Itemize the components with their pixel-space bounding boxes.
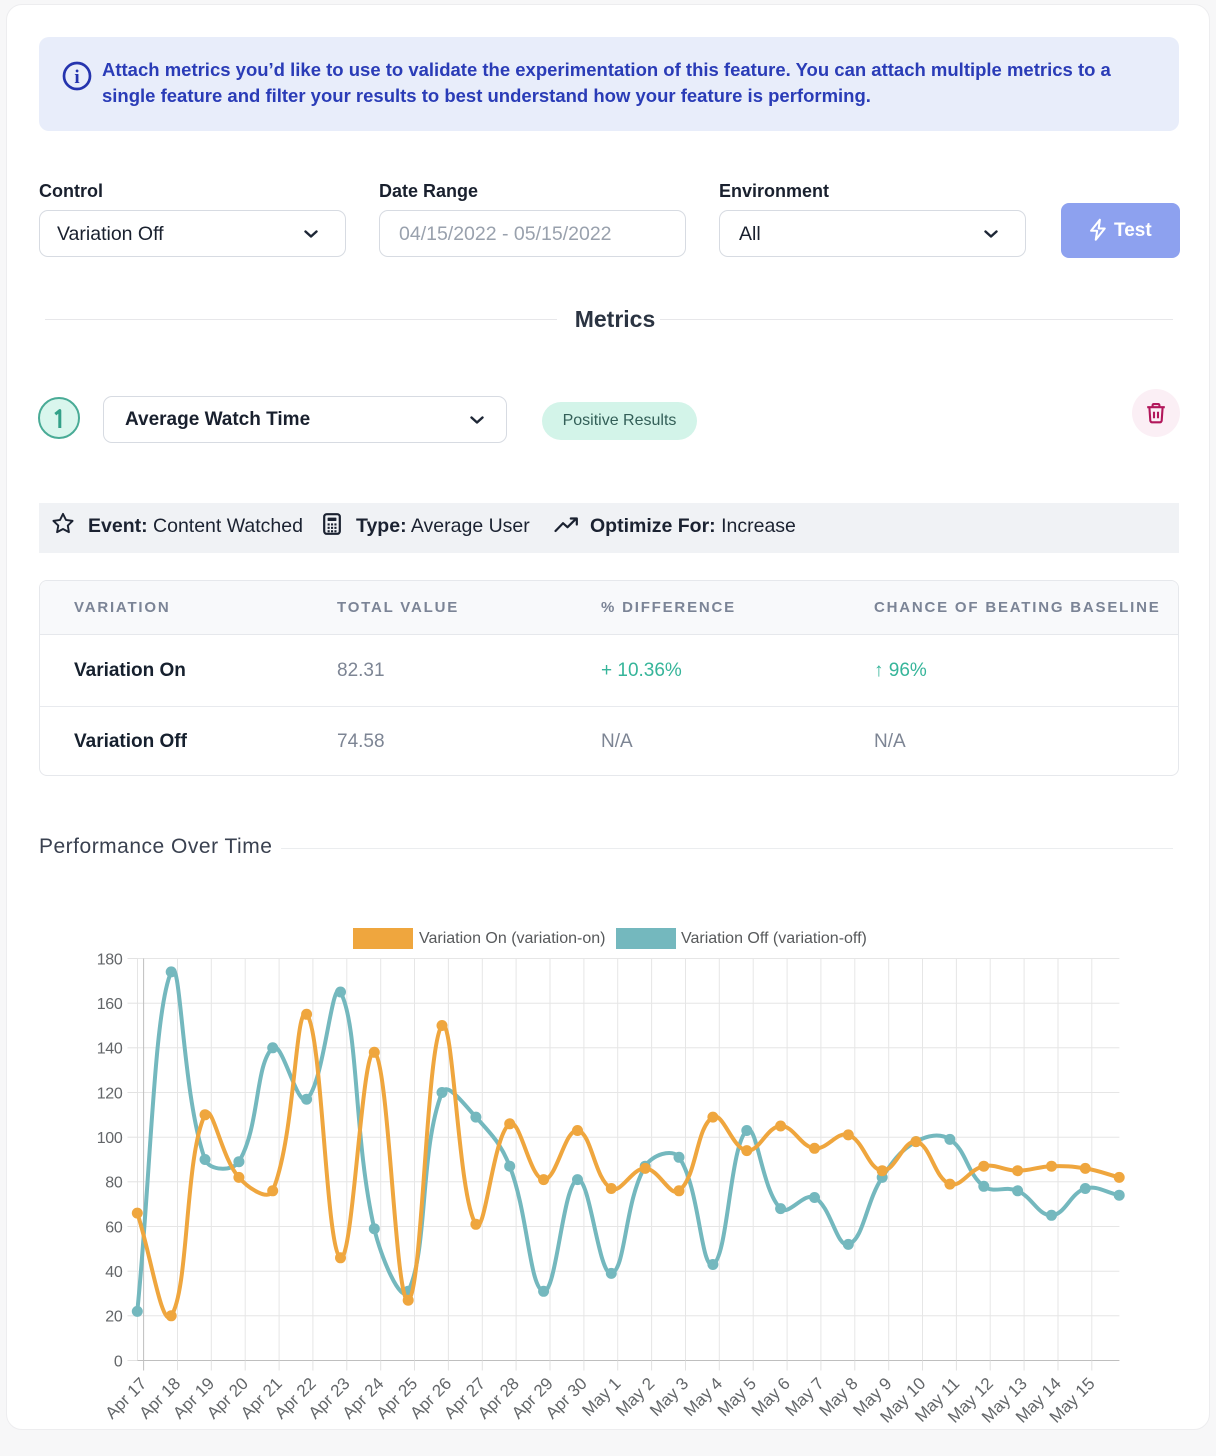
- svg-text:20: 20: [105, 1309, 123, 1326]
- svg-text:100: 100: [97, 1130, 123, 1147]
- svg-text:180: 180: [97, 951, 123, 968]
- svg-text:120: 120: [97, 1085, 123, 1102]
- svg-text:140: 140: [97, 1041, 123, 1058]
- svg-text:i: i: [74, 67, 79, 88]
- svg-text:0: 0: [114, 1353, 123, 1370]
- svg-text:80: 80: [105, 1175, 123, 1192]
- svg-text:60: 60: [105, 1219, 123, 1236]
- svg-text:160: 160: [97, 996, 123, 1013]
- svg-text:40: 40: [105, 1264, 123, 1281]
